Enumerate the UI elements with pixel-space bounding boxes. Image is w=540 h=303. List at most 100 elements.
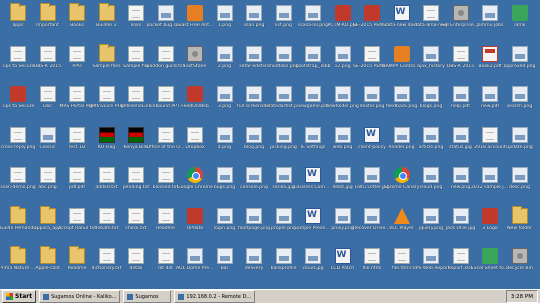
desktop-icon[interactable]: Tamil <box>505 2 535 42</box>
desktop-icon[interactable]: VLC Player <box>387 205 417 245</box>
desktop-icon[interactable]: Chrome Canary <box>384 164 419 204</box>
desktop-icon[interactable]: cloud.jpg <box>298 245 328 285</box>
desktop-icon[interactable]: avast Free Antivirus <box>176 2 214 42</box>
desktop-icon[interactable]: bankprofile <box>269 245 299 285</box>
desktop-icon[interactable]: 2018 account <box>474 124 506 164</box>
desktop-icon[interactable]: 12.png <box>328 43 358 83</box>
desktop-icon[interactable]: AOL Dome Present <box>176 245 214 285</box>
desktop-icon[interactable]: relatedartist.png <box>265 83 303 123</box>
desktop-icon[interactable]: faultpage.png <box>238 205 270 245</box>
desktop-icon[interactable]: getHomeLink <box>121 83 151 123</box>
desktop-icon[interactable]: inbound PPT <box>151 83 181 123</box>
desktop-icon[interactable]: Readme <box>151 205 181 245</box>
clock[interactable]: 3:28 PM <box>511 294 533 300</box>
desktop-icon[interactable]: abc.png <box>33 164 63 204</box>
desktop-icon[interactable]: MRS Portal PHP <box>59 83 95 123</box>
desktop-icon[interactable]: dictionary.txt <box>91 245 122 285</box>
desktop-icon[interactable]: 2.png <box>210 43 240 83</box>
desktop-icon[interactable]: ssan.png <box>239 2 269 42</box>
desktop-icon[interactable]: ssasa-lol.png <box>298 2 328 42</box>
desktop-icon[interactable]: data-ama-new <box>414 2 448 42</box>
desktop-icon[interactable]: bugs.png <box>210 164 240 204</box>
desktop-icon[interactable]: Classic <box>33 124 63 164</box>
desktop-icon[interactable]: DBS-K 2015 <box>33 43 63 83</box>
desktop-icon[interactable]: PCTM-KO.ppt <box>328 2 358 42</box>
desktop-icon[interactable]: 1.png <box>210 2 240 42</box>
desktop-icon[interactable]: Jammu Jobs <box>475 2 505 42</box>
desktop-icon[interactable]: new.pdf <box>475 83 505 123</box>
desktop-icon[interactable]: newfolder.png <box>326 83 359 123</box>
desktop-icon[interactable]: Sample files <box>92 43 122 83</box>
desktop-icon[interactable]: approved.png <box>504 43 535 83</box>
desktop-icon[interactable]: UPS Web Report <box>412 245 450 285</box>
desktop-icon[interactable]: check.txt <box>121 205 151 245</box>
desktop-icon[interactable]: Prima Nature Guid lab <box>0 245 37 285</box>
desktop-icon[interactable]: Tips to Secure <box>2 83 34 123</box>
desktop-icon[interactable]: IE Settings <box>298 124 328 164</box>
desktop-icon[interactable]: new.png <box>446 164 476 204</box>
desktop-icon[interactable]: pdf.pdf <box>62 164 92 204</box>
desktop-icon[interactable]: ajax_history <box>416 43 446 83</box>
desktop-icon[interactable]: full screenshot <box>237 83 271 123</box>
desktop-icon[interactable]: cross-reply.png <box>1 124 35 164</box>
desktop-icon[interactable]: bootstrap_Tobb <box>295 43 331 83</box>
desktop-icon[interactable]: Dropbox <box>180 124 210 164</box>
desktop-icon[interactable]: web.png <box>328 124 358 164</box>
desktop-icon[interactable]: delivery <box>239 245 269 285</box>
desktop-icon[interactable]: proper.png <box>269 205 299 245</box>
desktop-icon[interactable]: feedback.png <box>386 83 417 123</box>
desktop-icon[interactable]: SE-2015 PEMECHA <box>353 43 391 83</box>
desktop-icon[interactable]: debate.txt <box>92 205 122 245</box>
desktop-icon[interactable]: newgame.pdf <box>297 83 329 123</box>
taskbar-button-sugamos[interactable]: Sugamos <box>123 290 172 303</box>
desktop-icon[interactable]: Tips to Secure <box>2 43 34 83</box>
taskbar-button-sugamos-online[interactable]: Sugamos Online - Kaliko... <box>39 290 121 303</box>
desktop-icon[interactable]: setar-edetiss <box>239 43 269 83</box>
desktop-icon[interactable]: help.pdf <box>446 83 476 123</box>
desktop-icon[interactable]: Sql Enterprise Manager <box>442 2 480 42</box>
desktop-icon[interactable]: Kenya Bills <box>121 124 151 164</box>
desktop-icon[interactable]: getInvoice PHP <box>89 83 124 123</box>
desktop-icon[interactable]: Accept Rahul txt <box>58 205 96 245</box>
desktop-icon[interactable]: XAMPP Control Panel <box>383 43 421 83</box>
desktop-icon[interactable]: Google Chrome <box>177 164 213 204</box>
desktop-icon[interactable]: detail <box>121 245 151 285</box>
start-button[interactable]: Start <box>2 290 37 303</box>
desktop-icon[interactable]: 4.png <box>210 124 240 164</box>
desktop-icon[interactable]: dit dot <box>151 245 181 285</box>
desktop-icon[interactable]: pocket bug selected <box>147 2 185 42</box>
desktop-icon[interactable]: PPO <box>62 43 92 83</box>
desktop-icon[interactable]: login.png <box>210 205 240 245</box>
desktop-icon[interactable]: update.png <box>505 124 535 164</box>
desktop-icon[interactable]: FastStone <box>180 43 210 83</box>
desktop-icon[interactable]: Guide Pemandu <box>0 205 36 245</box>
desktop-icon[interactable]: article.png <box>416 124 446 164</box>
desktop-icon[interactable]: blogs.png <box>416 83 446 123</box>
desktop-icon[interactable]: blocked.txt <box>151 164 181 204</box>
desktop-icon[interactable]: apps <box>3 2 33 42</box>
desktop-icon[interactable]: appora_app <box>33 205 63 245</box>
desktop-icon[interactable]: pending.txt <box>121 164 151 204</box>
desktop-icon[interactable]: rest 1D <box>62 124 92 164</box>
desktop-icon[interactable]: proxy.png <box>328 205 358 245</box>
desktop-icon[interactable]: Bar <box>210 245 240 285</box>
desktop-icon[interactable]: search.png <box>505 83 535 123</box>
desktop-icon[interactable]: 3 Logo <box>475 205 505 245</box>
desktop-icon[interactable]: SE-2015 PEMECHA <box>353 2 391 42</box>
desktop-icon[interactable]: FeedOnWeb <box>180 83 210 123</box>
desktop-icon[interactable]: picking.png <box>269 124 299 164</box>
desktop-icon[interactable]: DBS-K 2015 <box>446 43 476 83</box>
desktop-icon[interactable]: Books <box>62 2 92 42</box>
desktop-icon[interactable]: Book2.pdf <box>475 43 505 83</box>
desktop-icon[interactable]: 3.png <box>210 83 240 123</box>
desktop-icon[interactable]: links <box>121 2 151 42</box>
desktop-icon[interactable]: data-new docs <box>385 2 418 42</box>
desktop-icon[interactable]: Apple-cold <box>33 245 63 285</box>
desktop-icon[interactable]: KU Flag <box>92 124 122 164</box>
desktop-icon[interactable]: modtoks.png <box>268 43 299 83</box>
desktop-icon[interactable]: client-policy <box>357 124 387 164</box>
desktop-icon[interactable]: cloud.png <box>416 164 446 204</box>
desktop-icon[interactable]: LCD Patch <box>328 245 358 285</box>
desktop-icon[interactable]: Report.xlsx <box>446 245 476 285</box>
desktop-icon[interactable]: Jack Ollie.jpg <box>446 205 476 245</box>
